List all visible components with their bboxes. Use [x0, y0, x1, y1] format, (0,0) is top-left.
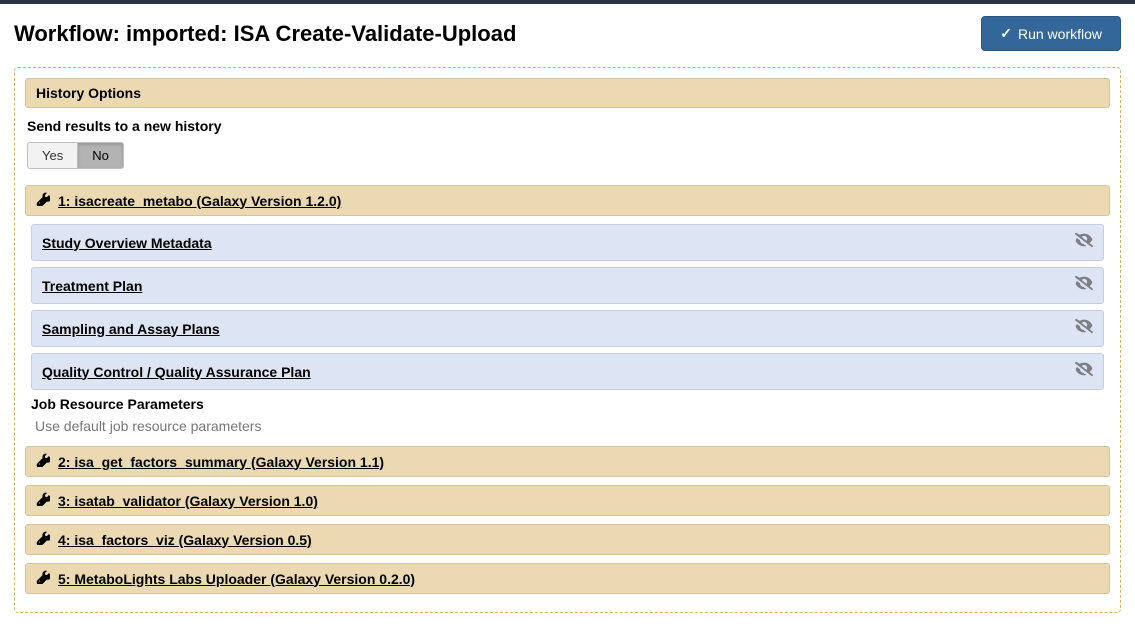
wrench-icon: [36, 453, 50, 470]
eye-slash-icon[interactable]: [1075, 231, 1093, 254]
subsection-label: Study Overview Metadata: [42, 235, 212, 251]
subsection-qc-qa[interactable]: Quality Control / Quality Assurance Plan: [31, 353, 1104, 390]
subsection-study-overview[interactable]: Study Overview Metadata: [31, 224, 1104, 261]
run-button-label: Run workflow: [1018, 26, 1102, 42]
subsection-sampling-assay[interactable]: Sampling and Assay Plans: [31, 310, 1104, 347]
step-3-title: 3: isatab_validator (Galaxy Version 1.0): [58, 493, 318, 509]
step-3-header[interactable]: 3: isatab_validator (Galaxy Version 1.0): [25, 485, 1110, 516]
step-1-header[interactable]: 1: isacreate_metabo (Galaxy Version 1.2.…: [25, 185, 1110, 216]
job-resource-params-label: Job Resource Parameters: [31, 396, 1104, 412]
step-1-title: 1: isacreate_metabo (Galaxy Version 1.2.…: [58, 193, 341, 209]
step-5-header[interactable]: 5: MetaboLights Labs Uploader (Galaxy Ve…: [25, 563, 1110, 594]
step-4-title: 4: isa_factors_viz (Galaxy Version 0.5): [58, 532, 312, 548]
subsection-label: Quality Control / Quality Assurance Plan: [42, 364, 311, 380]
history-options-header: History Options: [25, 78, 1110, 108]
run-workflow-button[interactable]: Run workflow: [981, 16, 1121, 51]
subsection-treatment-plan[interactable]: Treatment Plan: [31, 267, 1104, 304]
wrench-icon: [36, 531, 50, 548]
history-prompt: Send results to a new history: [27, 118, 1110, 134]
eye-slash-icon[interactable]: [1075, 274, 1093, 297]
job-resource-params-desc: Use default job resource parameters: [35, 418, 1104, 434]
check-icon: [1000, 25, 1012, 42]
page-header: Workflow: imported: ISA Create-Validate-…: [0, 4, 1135, 59]
new-history-toggle: Yes No: [27, 142, 124, 169]
wrench-icon: [36, 492, 50, 509]
step-4-header[interactable]: 4: isa_factors_viz (Galaxy Version 0.5): [25, 524, 1110, 555]
step-2-title: 2: isa_get_factors_summary (Galaxy Versi…: [58, 454, 384, 470]
subsection-label: Sampling and Assay Plans: [42, 321, 220, 337]
subsection-label: Treatment Plan: [42, 278, 142, 294]
toggle-no-button[interactable]: No: [77, 142, 124, 169]
step-2-header[interactable]: 2: isa_get_factors_summary (Galaxy Versi…: [25, 446, 1110, 477]
eye-slash-icon[interactable]: [1075, 360, 1093, 383]
wrench-icon: [36, 192, 50, 209]
workflow-container: History Options Send results to a new hi…: [14, 67, 1121, 613]
step-5-title: 5: MetaboLights Labs Uploader (Galaxy Ve…: [58, 571, 415, 587]
toggle-yes-button[interactable]: Yes: [27, 142, 77, 169]
wrench-icon: [36, 570, 50, 587]
page-title: Workflow: imported: ISA Create-Validate-…: [14, 21, 516, 47]
eye-slash-icon[interactable]: [1075, 317, 1093, 340]
